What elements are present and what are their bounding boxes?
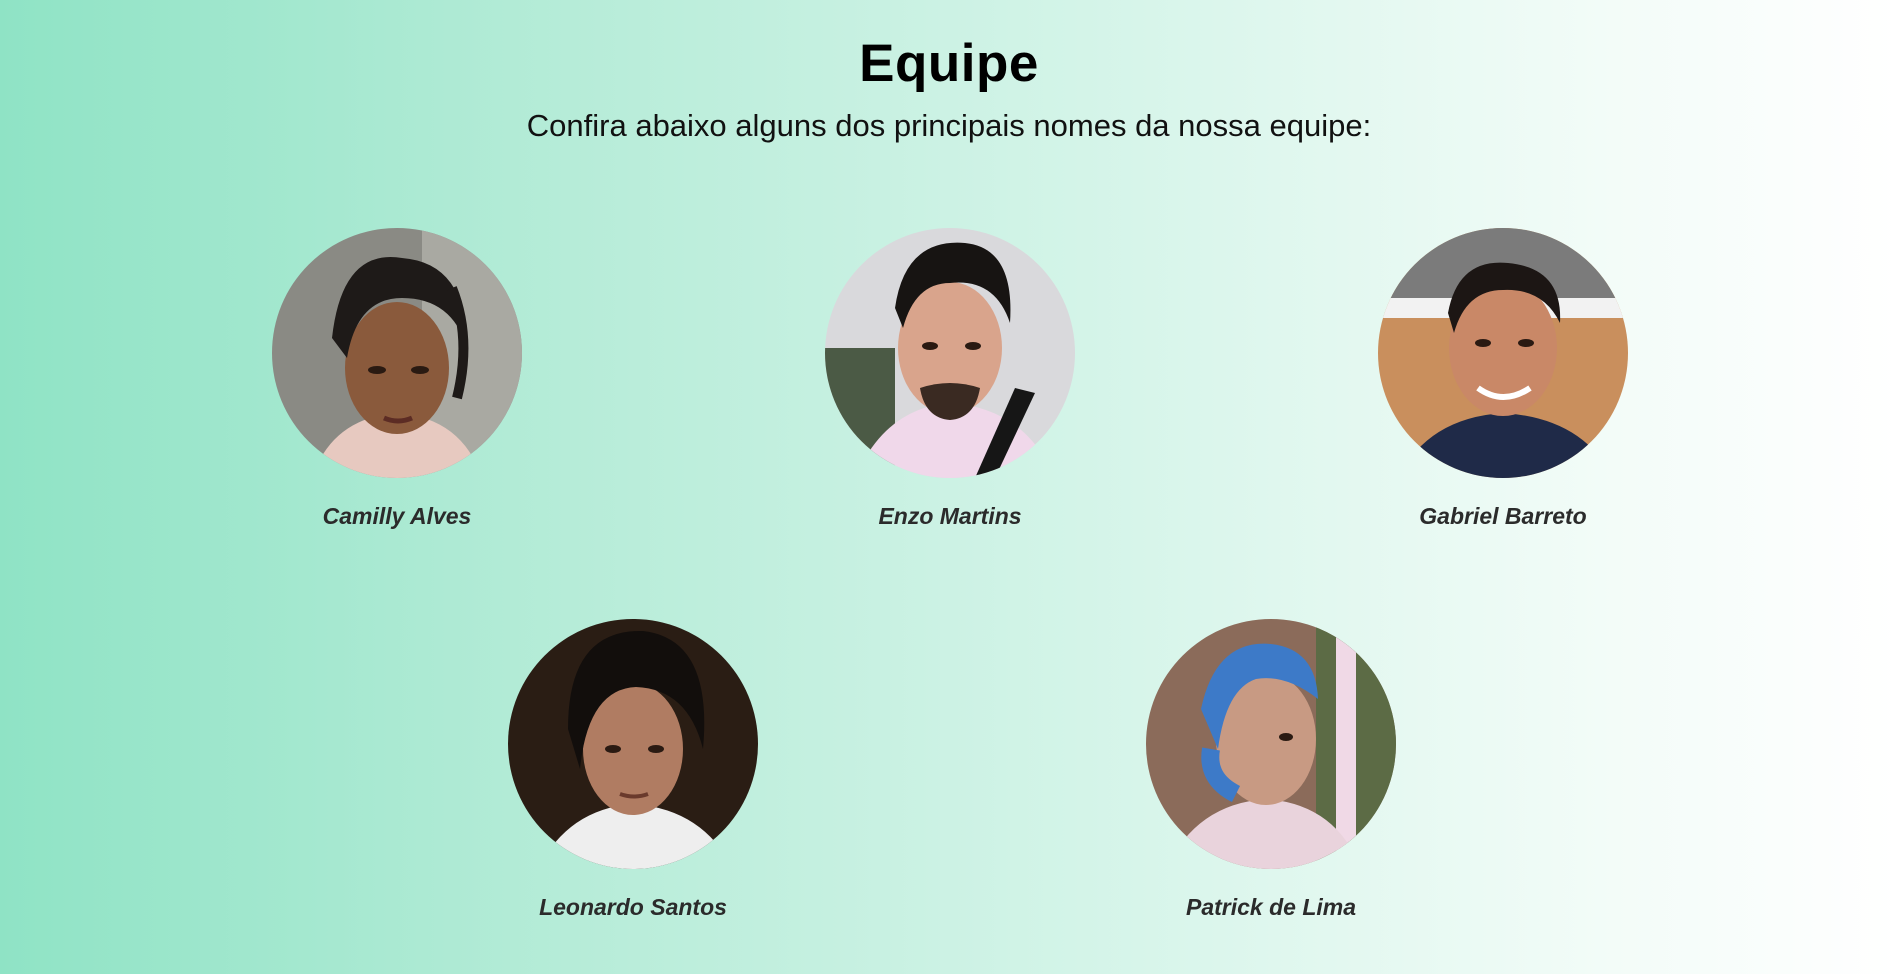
section-subtitle: Confira abaixo alguns dos principais nom…: [526, 108, 1372, 143]
team-member-card: Enzo Martins: [790, 228, 1110, 530]
member-name: Patrick de Lima: [1185, 894, 1357, 920]
member-photo: [272, 228, 522, 478]
section-title: Equipe: [859, 34, 1039, 93]
member-photo: [508, 619, 758, 869]
member-name: Gabriel Barreto: [1419, 503, 1587, 529]
team-section: Equipe Confira abaixo alguns dos princip…: [0, 0, 1898, 974]
member-name: Leonardo Santos: [539, 894, 727, 920]
team-member-card: Patrick de Lima: [1111, 619, 1431, 921]
team-member-card: Gabriel Barreto: [1343, 228, 1663, 530]
member-photo: [825, 228, 1075, 478]
team-member-card: Leonardo Santos: [473, 619, 793, 921]
member-name: Camilly Alves: [322, 503, 472, 529]
member-photo: [1378, 228, 1628, 478]
member-photo: [1146, 619, 1396, 869]
team-member-card: Camilly Alves: [237, 228, 557, 530]
member-name: Enzo Martins: [878, 503, 1022, 529]
